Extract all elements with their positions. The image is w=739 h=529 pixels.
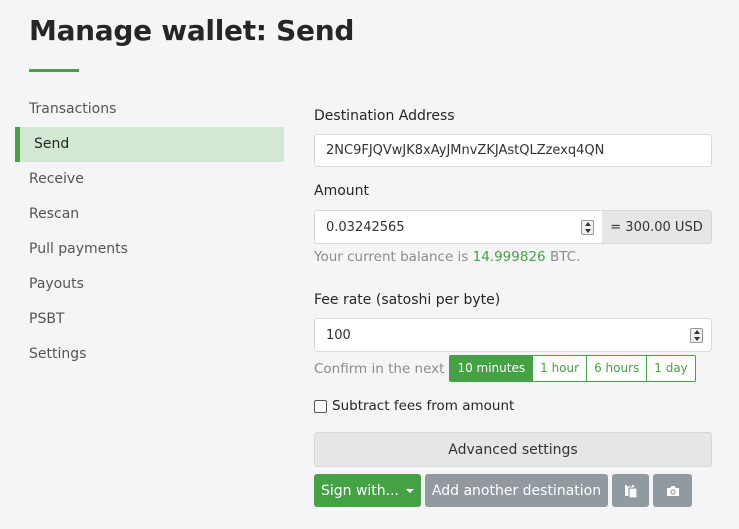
sidebar-item-settings[interactable]: Settings (15, 337, 284, 372)
fee-rate-stepper[interactable] (690, 328, 703, 343)
fee-rate-input[interactable]: 100 (314, 318, 712, 352)
current-balance: Your current balance is 14.999826 BTC. (314, 249, 580, 265)
subtract-fees-label: Subtract fees from amount (332, 398, 515, 414)
confirm-target-group: 10 minutes 1 hour 6 hours 1 day (449, 355, 696, 382)
confirm-6-hours-button[interactable]: 6 hours (586, 355, 648, 382)
clipboard-icon (624, 483, 638, 499)
page-title: Manage wallet: Send (29, 14, 355, 47)
confirm-label: Confirm in the next (314, 360, 445, 377)
sidebar-item-send[interactable]: Send (15, 127, 284, 162)
camera-icon (666, 485, 679, 496)
sign-with-label: Sign with... (320, 482, 400, 499)
confirm-target-row: Confirm in the next 10 minutes 1 hour 6 … (314, 355, 696, 382)
add-destination-button[interactable]: Add another destination (425, 474, 608, 507)
subtract-fees-checkbox[interactable] (314, 399, 327, 413)
sidebar-item-payouts[interactable]: Payouts (15, 267, 284, 302)
sign-with-button[interactable]: Sign with... (314, 474, 421, 507)
scan-qr-button[interactable] (653, 474, 692, 507)
confirm-1-day-button[interactable]: 1 day (646, 355, 696, 382)
balance-prefix: Your current balance is (314, 249, 469, 265)
sidebar-item-pull-payments[interactable]: Pull payments (15, 232, 284, 267)
sidebar-item-rescan[interactable]: Rescan (15, 197, 284, 232)
sidebar-item-receive[interactable]: Receive (15, 162, 284, 197)
amount-label: Amount (314, 183, 370, 199)
sidebar-nav: Transactions Send Receive Rescan Pull pa… (15, 92, 284, 372)
confirm-10-minutes-button[interactable]: 10 minutes (449, 355, 534, 382)
sidebar-item-transactions[interactable]: Transactions (15, 92, 284, 127)
amount-stepper[interactable] (581, 220, 594, 235)
fee-rate-value: 100 (326, 327, 351, 343)
paste-button[interactable] (612, 474, 649, 507)
confirm-1-hour-button[interactable]: 1 hour (532, 355, 588, 382)
amount-input[interactable]: 0.03242565 (314, 210, 603, 244)
caret-down-icon (406, 488, 415, 493)
destination-label: Destination Address (314, 108, 455, 124)
destination-address-input[interactable]: 2NC9FJQVwJK8xAyJMnvZKJAstQLZzexq4QN (314, 134, 712, 167)
fiat-equivalent: = 300.00 USD (602, 210, 712, 244)
destination-address-value: 2NC9FJQVwJK8xAyJMnvZKJAstQLZzexq4QN (326, 143, 605, 158)
advanced-settings-button[interactable]: Advanced settings (314, 432, 712, 467)
fee-rate-label: Fee rate (satoshi per byte) (314, 292, 501, 308)
balance-suffix: BTC. (549, 249, 581, 265)
title-underline (29, 69, 79, 72)
amount-value: 0.03242565 (326, 219, 405, 235)
subtract-fees-row[interactable]: Subtract fees from amount (314, 398, 514, 414)
balance-amount[interactable]: 14.999826 (473, 249, 546, 265)
sidebar-item-psbt[interactable]: PSBT (15, 302, 284, 337)
action-buttons: Sign with... Add another destination (314, 474, 692, 507)
